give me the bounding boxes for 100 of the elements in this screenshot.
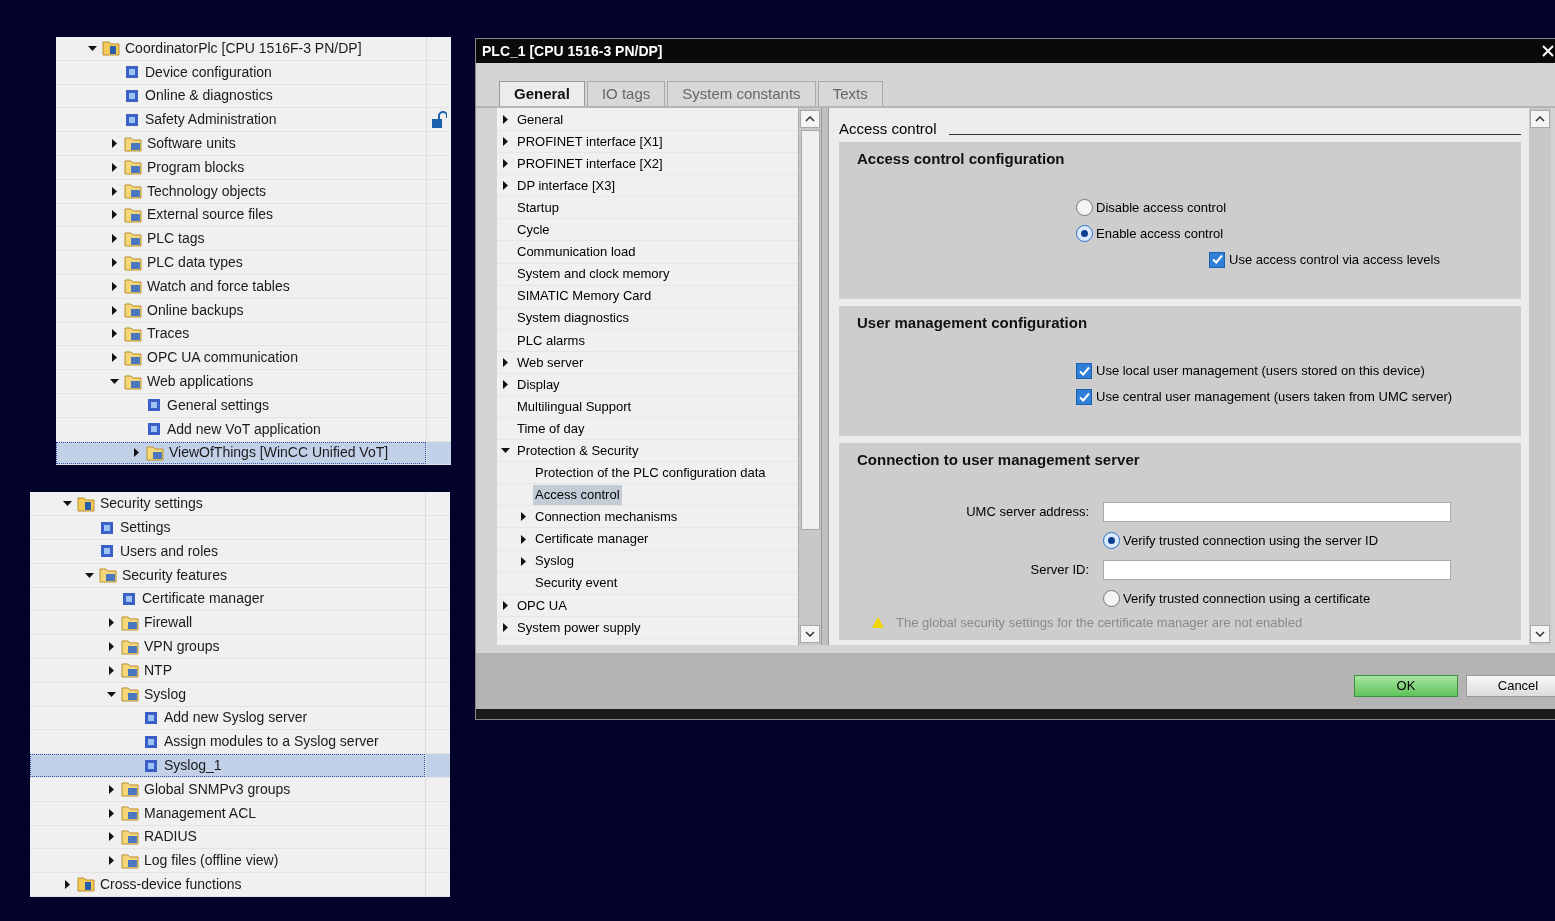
expand-arrow-icon[interactable] (110, 305, 119, 315)
expand-arrow-icon[interactable] (110, 234, 119, 244)
tree-item[interactable]: Syslog (30, 682, 425, 706)
tree-item[interactable]: General settings (56, 393, 426, 417)
nav-item[interactable]: Multilingual Support (515, 396, 634, 417)
nav-item[interactable]: PLC alarms (515, 330, 587, 351)
radio-button[interactable] (1076, 225, 1093, 242)
expand-arrow-icon[interactable] (110, 162, 119, 172)
scroll-up-button[interactable] (800, 110, 820, 128)
tree-item[interactable]: Watch and force tables (56, 274, 426, 298)
nav-item[interactable]: Startup (515, 198, 561, 218)
collapse-arrow-icon[interactable] (501, 446, 510, 456)
expand-arrow-icon[interactable] (132, 448, 141, 458)
tree-item[interactable]: External source files (56, 203, 426, 227)
close-icon[interactable] (1542, 45, 1554, 57)
checkbox[interactable] (1209, 251, 1225, 268)
expand-arrow-icon[interactable] (63, 880, 72, 889)
tree-item[interactable]: CoordinatorPlc [CPU 1516F-3 PN/DP] (56, 37, 426, 60)
expand-arrow-icon[interactable] (501, 622, 510, 632)
tree-item[interactable]: VPN groups (30, 635, 425, 658)
tree-item[interactable]: Security settings (30, 492, 425, 516)
nav-item[interactable]: PROFINET interface [X2] (515, 153, 665, 174)
tree-item[interactable]: Safety Administration (56, 108, 426, 132)
nav-item[interactable]: Communication load (515, 242, 638, 262)
nav-item[interactable]: OPC UA (515, 595, 569, 615)
tree-item[interactable]: ViewOfThings [WinCC Unified VoT] (56, 441, 426, 465)
collapse-arrow-icon[interactable] (85, 570, 94, 580)
tree-item[interactable]: Assign modules to a Syslog server (30, 730, 425, 754)
tree-item[interactable]: Program blocks (56, 156, 426, 179)
expand-arrow-icon[interactable] (110, 281, 119, 291)
tab[interactable]: System constants (667, 81, 816, 106)
expand-arrow-icon[interactable] (501, 357, 510, 367)
tree-item[interactable]: Cross-device functions (30, 873, 425, 896)
tree-item[interactable]: Syslog_1 (30, 754, 425, 777)
tree-item[interactable]: Technology objects (56, 179, 426, 203)
tree-item[interactable]: OPC UA communication (56, 346, 426, 370)
nav-item[interactable]: Security event (533, 573, 620, 593)
tree-item[interactable]: Log files (offline view) (30, 849, 425, 873)
tree-item[interactable]: Online & diagnostics (56, 84, 426, 108)
expand-arrow-icon[interactable] (110, 186, 119, 196)
nav-item[interactable]: PROFINET interface [X1] (515, 131, 665, 152)
expand-arrow-icon[interactable] (501, 600, 510, 610)
nav-item[interactable]: DP interface [X3] (515, 176, 618, 196)
expand-arrow-icon[interactable] (107, 642, 116, 651)
tree-item[interactable]: PLC tags (56, 227, 426, 251)
scroll-up-button[interactable] (1530, 110, 1550, 128)
expand-arrow-icon[interactable] (110, 329, 119, 339)
expand-arrow-icon[interactable] (519, 556, 528, 566)
tab[interactable]: IO tags (586, 81, 666, 106)
radio-button[interactable] (1076, 199, 1093, 216)
expand-arrow-icon[interactable] (110, 210, 119, 220)
nav-item[interactable]: Access control (533, 485, 622, 505)
nav-item[interactable]: SIMATIC Memory Card (515, 286, 654, 306)
expand-arrow-icon[interactable] (501, 137, 510, 147)
tree-item[interactable]: Management ACL (30, 801, 425, 825)
tree-item[interactable]: Certificate manager (30, 587, 425, 611)
tree-item[interactable]: Web applications (56, 370, 426, 393)
cancel-button[interactable]: Cancel (1466, 675, 1555, 697)
scroll-down-button[interactable] (1530, 625, 1550, 643)
nav-item[interactable]: System and clock memory (515, 264, 672, 284)
expand-arrow-icon[interactable] (110, 353, 119, 363)
input-field[interactable] (1103, 501, 1451, 522)
tree-item[interactable]: Firewall (30, 611, 425, 635)
nav-item[interactable]: System diagnostics (515, 308, 631, 328)
expand-arrow-icon[interactable] (107, 832, 116, 842)
expand-arrow-icon[interactable] (107, 808, 116, 818)
expand-arrow-icon[interactable] (501, 115, 510, 125)
tree-item[interactable]: Users and roles (30, 539, 425, 563)
expand-arrow-icon[interactable] (107, 618, 116, 628)
tree-item[interactable]: Traces (56, 322, 426, 346)
tree-item[interactable]: Add new Syslog server (30, 706, 425, 730)
radio-button[interactable] (1103, 532, 1120, 549)
tree-item[interactable]: Security features (30, 563, 425, 587)
tree-item[interactable]: RADIUS (30, 825, 425, 849)
scrollbar[interactable] (1529, 108, 1551, 645)
nav-item[interactable]: Display (515, 374, 562, 395)
expand-arrow-icon[interactable] (107, 665, 116, 675)
expand-arrow-icon[interactable] (501, 181, 510, 191)
expand-arrow-icon[interactable] (519, 512, 528, 522)
scrollbar[interactable] (798, 108, 821, 645)
nav-item[interactable]: Connection mechanisms (533, 507, 680, 527)
nav-item[interactable]: Certificate manager (533, 529, 651, 549)
collapse-arrow-icon[interactable] (88, 43, 97, 53)
expand-arrow-icon[interactable] (501, 379, 510, 389)
tree-item[interactable]: Settings (30, 516, 425, 539)
checkbox[interactable] (1076, 363, 1092, 379)
expand-arrow-icon[interactable] (519, 534, 528, 544)
tree-item[interactable]: Online backups (56, 298, 426, 322)
tree-item[interactable]: NTP (30, 658, 425, 682)
tree-item[interactable]: Global SNMPv3 groups (30, 777, 425, 801)
tree-item[interactable]: PLC data types (56, 251, 426, 274)
tree-item[interactable]: Device configuration (56, 60, 426, 84)
nav-item[interactable]: Protection & Security (515, 440, 641, 461)
scrollbar-thumb[interactable] (800, 130, 820, 530)
ok-button[interactable]: OK (1354, 675, 1458, 697)
nav-item[interactable]: System power supply (515, 617, 643, 638)
expand-arrow-icon[interactable] (107, 856, 116, 866)
collapse-arrow-icon[interactable] (110, 377, 119, 387)
input-field[interactable] (1103, 559, 1451, 580)
tab[interactable]: Texts (817, 81, 883, 106)
